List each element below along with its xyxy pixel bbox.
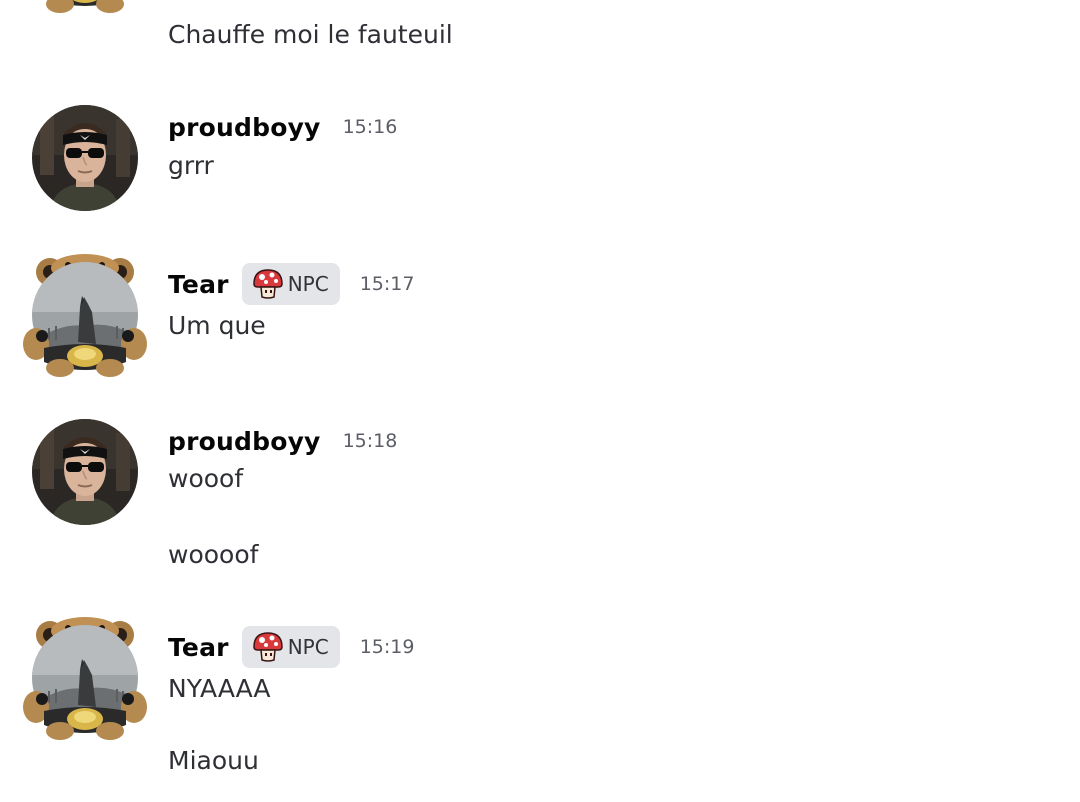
message-text: Miaouu xyxy=(168,746,259,775)
avatar[interactable] xyxy=(22,615,148,741)
chat-messages: Chauffe moi le fauteuil proudboyy 15:16 … xyxy=(0,0,1080,802)
role-name: NPC xyxy=(287,272,329,296)
timestamp: 15:19 xyxy=(359,636,415,658)
timestamp: 15:16 xyxy=(342,116,398,138)
message-text: Chauffe moi le fauteuil xyxy=(168,20,453,49)
username[interactable]: proudboyy xyxy=(168,427,321,456)
bear-frame-wolf-avatar-icon xyxy=(22,0,148,14)
avatar[interactable] xyxy=(32,105,138,211)
avatar[interactable] xyxy=(32,419,138,525)
timestamp: 15:18 xyxy=(342,430,398,452)
message-text: grrr xyxy=(168,151,214,180)
message-header: proudboyy 15:18 xyxy=(168,419,397,463)
bear-frame-wolf-avatar-icon xyxy=(22,252,148,378)
red-mushroom-icon xyxy=(251,267,285,301)
message-text: NYAAAA xyxy=(168,674,271,703)
message-header: proudboyy 15:16 xyxy=(168,105,397,149)
role-badge[interactable]: NPC xyxy=(241,626,340,668)
message-text: wooof xyxy=(168,464,244,493)
avatar[interactable] xyxy=(22,252,148,378)
role-name: NPC xyxy=(287,635,329,659)
timestamp: 15:17 xyxy=(359,273,415,295)
message-header: Tear NPC 15:17 xyxy=(168,262,414,306)
red-mushroom-icon xyxy=(251,630,285,664)
avatar[interactable] xyxy=(22,0,148,14)
bear-frame-wolf-avatar-icon xyxy=(22,615,148,741)
username[interactable]: Tear xyxy=(168,270,229,299)
message-text: woooof xyxy=(168,540,259,569)
man-sunglasses-bandana-avatar-icon xyxy=(32,105,138,211)
message-header: Tear NPC 15:19 xyxy=(168,625,414,669)
role-badge[interactable]: NPC xyxy=(241,263,340,305)
username[interactable]: Tear xyxy=(168,633,229,662)
username[interactable]: proudboyy xyxy=(168,113,321,142)
message-text: Um que xyxy=(168,311,266,340)
man-sunglasses-bandana-avatar-icon xyxy=(32,419,138,525)
